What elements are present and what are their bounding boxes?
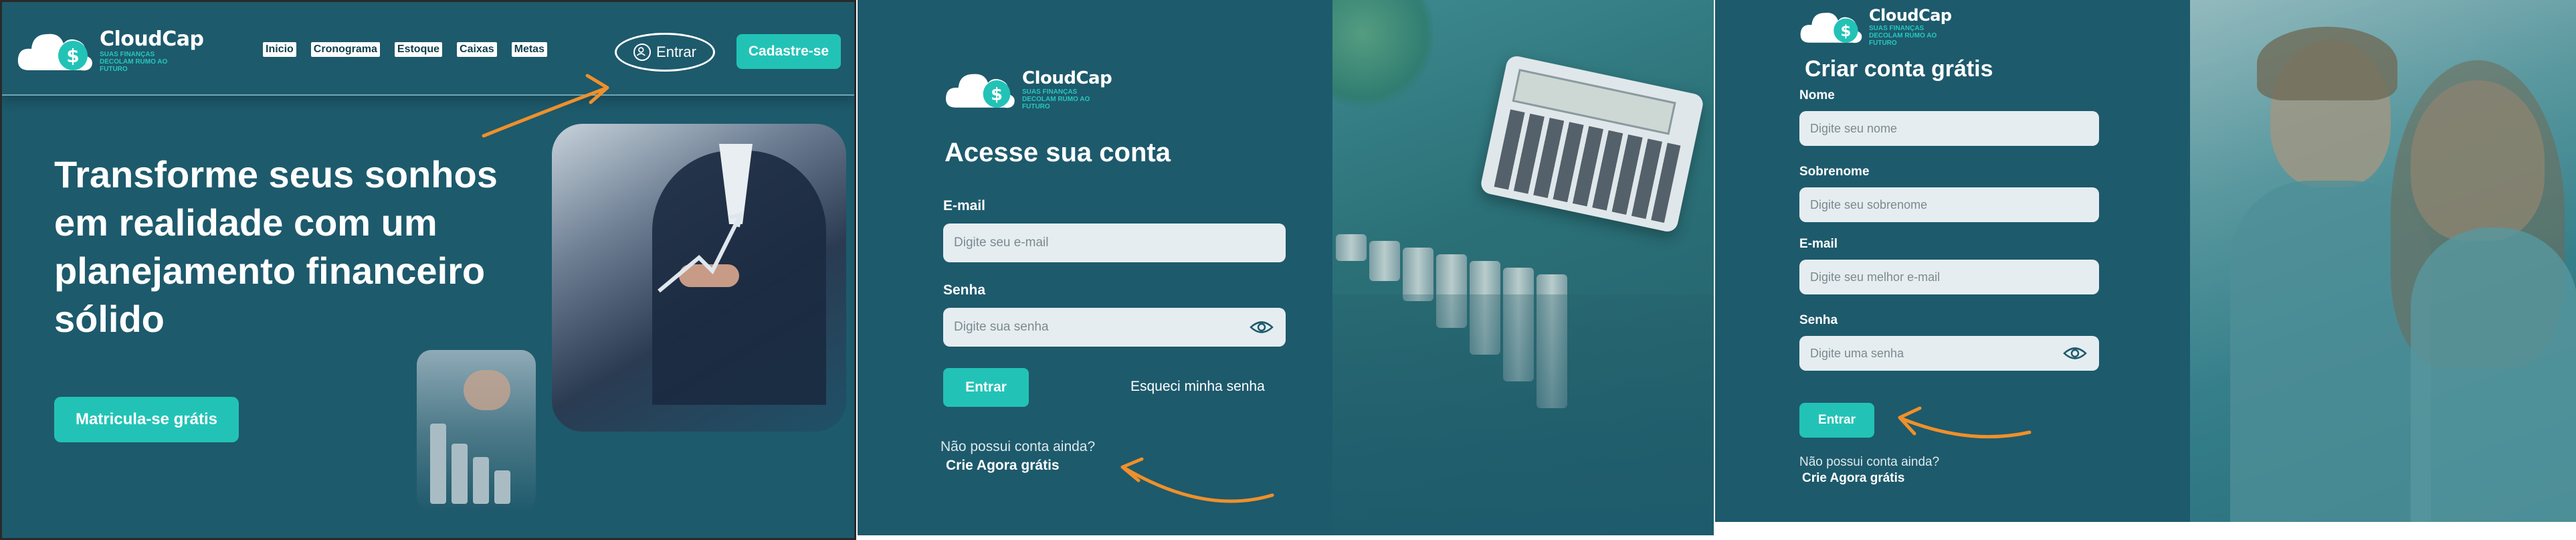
nav-item-caixas[interactable]: Caixas [457, 42, 497, 57]
signup-submit-button[interactable]: Entrar [1799, 403, 1874, 438]
brand-tagline: Suas finanças decolam rumo ao futuro [1022, 88, 1090, 110]
calculator-image [1332, 0, 1714, 535]
landing-page: $ CloudCap Suas finanças decolam rumo ao… [0, 0, 856, 540]
cloud-logo-icon: $ [1798, 4, 1865, 48]
email-label: E-mail [943, 198, 986, 213]
login-form-area: $ CloudCap Suas finanças decolam rumo ao… [858, 0, 1332, 535]
password-label: Senha [1799, 313, 1838, 327]
no-account-text: Não possui conta ainda? [1799, 455, 1940, 469]
logo[interactable]: $ CloudCap Suas finanças decolam rumo ao… [943, 64, 1112, 114]
brand-name: CloudCap [1022, 68, 1112, 88]
signup-title: Criar conta grátis [1805, 56, 1993, 82]
hero-title: Transforme seus sonhos em realidade com … [54, 153, 498, 340]
nav-item-metas[interactable]: Metas [511, 42, 547, 57]
email-input[interactable]: Digite seu melhor e-mail [1799, 260, 2099, 294]
nav-item-cronograma[interactable]: Cronograma [310, 42, 380, 57]
email-input[interactable]: Digite seu e-mail [943, 223, 1286, 262]
login-submit-button[interactable]: Entrar [943, 368, 1029, 407]
enroll-free-button[interactable]: Matricula-se grátis [54, 397, 239, 442]
logo[interactable]: $ CloudCap Suas finanças decolam rumo ao… [15, 23, 204, 77]
nav-item-inicio[interactable]: Inicio [263, 42, 296, 57]
password-placeholder: Digite sua senha [954, 320, 1049, 334]
email-label: E-mail [1799, 237, 1838, 251]
logo[interactable]: $ CloudCap Suas finanças decolam rumo ao… [1798, 4, 1952, 48]
brand-name: CloudCap [1869, 5, 1952, 25]
signup-form-area: $ CloudCap Suas finanças decolam rumo ao… [1715, 0, 2190, 522]
login-button[interactable]: Entrar [615, 33, 715, 72]
create-account-link[interactable]: Crie Agora grátis [1802, 471, 1904, 486]
eye-icon[interactable] [1250, 320, 1274, 335]
signup-page: $ CloudCap Suas finanças decolam rumo ao… [1715, 0, 2576, 522]
surname-input[interactable]: Digite seu sobrenome [1799, 187, 2099, 222]
annotation-arrow [1898, 406, 2032, 439]
password-placeholder: Digite uma senha [1810, 346, 1904, 360]
couple-image [2190, 0, 2576, 522]
hero-businessman-image [552, 124, 846, 432]
name-input[interactable]: Digite seu nome [1799, 111, 2099, 146]
login-button-label: Entrar [656, 43, 696, 60]
cloud-logo-icon: $ [943, 64, 1018, 114]
password-input[interactable]: Digite sua senha [943, 308, 1286, 347]
svg-text:$: $ [66, 45, 79, 67]
cloud-logo-icon: $ [15, 23, 96, 77]
forgot-password-link[interactable]: Esqueci minha senha [1130, 379, 1265, 395]
user-icon [633, 43, 652, 61]
name-label: Nome [1799, 88, 1835, 102]
brand-tagline: Suas finanças decolam rumo ao futuro [1869, 24, 1937, 47]
brand-name: CloudCap [100, 27, 204, 51]
coins-image [417, 350, 536, 511]
password-input[interactable]: Digite uma senha [1799, 336, 2099, 371]
login-page: $ CloudCap Suas finanças decolam rumo ao… [858, 0, 1714, 535]
surname-label: Sobrenome [1799, 165, 1870, 179]
brand-tagline: Suas finanças decolam rumo ao futuro [100, 51, 168, 73]
svg-text:$: $ [991, 85, 1003, 105]
create-account-link[interactable]: Crie Agora grátis [946, 458, 1060, 474]
eye-icon[interactable] [2063, 346, 2087, 361]
no-account-text: Não possui conta ainda? [940, 439, 1096, 454]
login-title: Acesse sua conta [945, 138, 1171, 167]
password-label: Senha [943, 282, 986, 298]
top-navbar: $ CloudCap Suas finanças decolam rumo ao… [2, 2, 854, 96]
annotation-arrow [1120, 457, 1274, 503]
nav-item-estoque[interactable]: Estoque [394, 42, 443, 57]
main-nav: Inicio Cronograma Estoque Caixas Metas [263, 42, 547, 57]
signup-button[interactable]: Cadastre-se [736, 34, 841, 69]
svg-text:$: $ [1840, 23, 1851, 40]
